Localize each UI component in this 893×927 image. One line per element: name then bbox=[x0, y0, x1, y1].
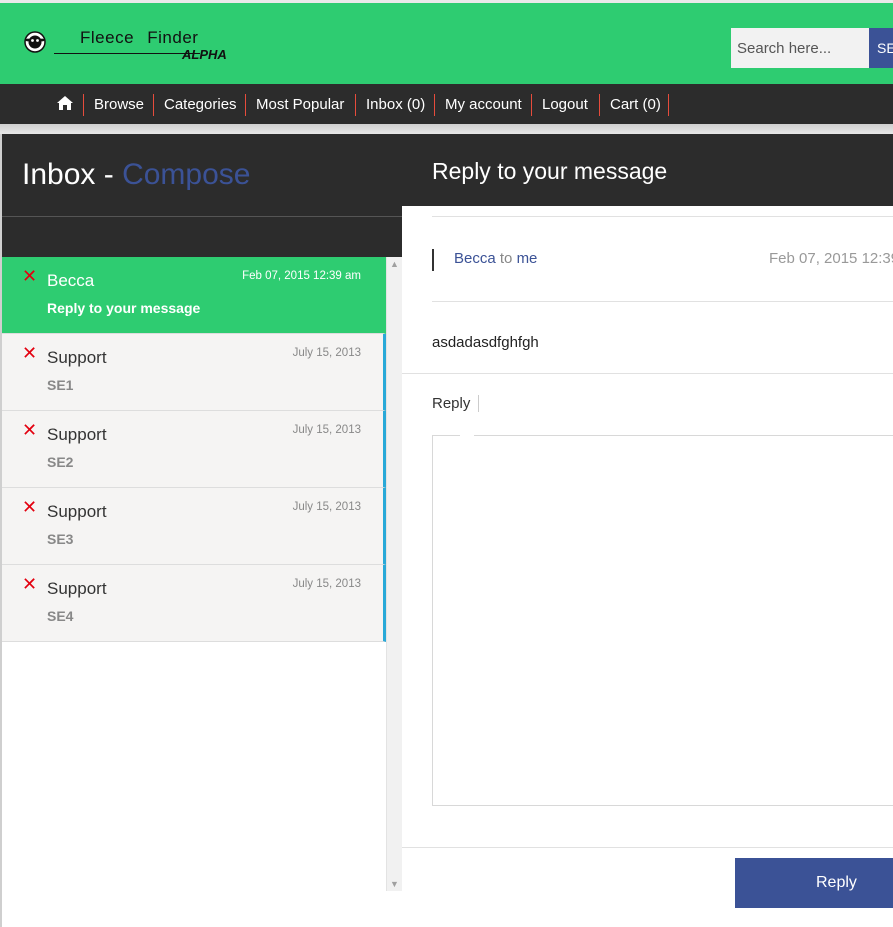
delete-icon[interactable]: ✕ bbox=[22, 267, 37, 285]
nav-categories[interactable]: Categories bbox=[153, 94, 237, 116]
divider bbox=[432, 301, 893, 302]
sender-line: Becca to me bbox=[454, 250, 537, 267]
message-list-scrollbar[interactable]: ▲ ▼ bbox=[386, 257, 402, 891]
message-item[interactable]: ✕ Support July 15, 2013 SE2 bbox=[2, 411, 386, 488]
sheep-icon bbox=[24, 31, 46, 53]
message-date: July 15, 2013 bbox=[292, 424, 361, 436]
header-bar: Fleece Finder ALPHA SE bbox=[0, 0, 893, 84]
scroll-down-icon[interactable]: ▼ bbox=[390, 879, 399, 889]
nav-shadow bbox=[0, 124, 893, 134]
sender-name[interactable]: Becca bbox=[454, 250, 496, 267]
delete-icon[interactable]: ✕ bbox=[22, 344, 37, 362]
search-button[interactable]: SE bbox=[869, 28, 893, 68]
message-sender: Support bbox=[47, 502, 107, 521]
message-view-header: Reply to your message bbox=[402, 134, 893, 206]
recipient-name: me bbox=[516, 250, 538, 267]
brand-title: Fleece Finder bbox=[80, 28, 199, 47]
message-date: Feb 07, 2015 12:39 am bbox=[242, 270, 361, 282]
compose-link[interactable]: Compose bbox=[122, 158, 250, 191]
reply-tab[interactable]: Reply bbox=[432, 395, 480, 412]
message-list: ✕ Becca Feb 07, 2015 12:39 am Reply to y… bbox=[2, 257, 386, 642]
message-item[interactable]: ✕ Support July 15, 2013 SE3 bbox=[2, 488, 386, 565]
nav-my-account[interactable]: My account bbox=[434, 94, 522, 116]
delete-icon[interactable]: ✕ bbox=[22, 421, 37, 439]
search-input[interactable] bbox=[731, 28, 869, 68]
home-icon[interactable] bbox=[56, 95, 74, 111]
message-sender: Support bbox=[47, 579, 107, 598]
nav-divider bbox=[668, 94, 669, 116]
message-body: asdadasdfghfgh bbox=[432, 334, 539, 351]
message-sender: Support bbox=[47, 348, 107, 367]
logo[interactable]: Fleece Finder ALPHA bbox=[24, 28, 254, 68]
message-view: Becca to me Feb 07, 2015 12:39 asdadasdf… bbox=[402, 206, 893, 927]
reply-button[interactable]: Reply bbox=[735, 858, 893, 908]
message-timestamp: Feb 07, 2015 12:39 bbox=[769, 250, 893, 267]
inbox-header: Inbox - Compose bbox=[2, 134, 402, 216]
message-sender: Becca bbox=[47, 271, 95, 290]
message-item-active[interactable]: ✕ Becca Feb 07, 2015 12:39 am Reply to y… bbox=[2, 257, 386, 334]
message-date: July 15, 2013 bbox=[292, 578, 361, 590]
message-view-title: Reply to your message bbox=[432, 158, 668, 184]
message-subject: SE3 bbox=[47, 531, 74, 547]
message-item[interactable]: ✕ Support July 15, 2013 SE4 bbox=[2, 565, 386, 642]
message-subject: SE4 bbox=[47, 608, 74, 624]
divider bbox=[402, 847, 893, 848]
main-nav: Browse Categories Most Popular Inbox (0)… bbox=[0, 84, 893, 124]
nav-browse[interactable]: Browse bbox=[83, 94, 144, 116]
sender-marker bbox=[432, 249, 434, 271]
nav-most-popular[interactable]: Most Popular bbox=[245, 94, 344, 116]
inbox-label: Inbox bbox=[22, 158, 96, 191]
delete-icon[interactable]: ✕ bbox=[22, 498, 37, 516]
nav-inbox[interactable]: Inbox (0) bbox=[355, 94, 425, 116]
nav-logout[interactable]: Logout bbox=[531, 94, 588, 116]
delete-icon[interactable]: ✕ bbox=[22, 575, 37, 593]
reply-textarea[interactable] bbox=[432, 435, 893, 806]
message-sender: Support bbox=[47, 425, 107, 444]
inbox-toolbar bbox=[2, 216, 402, 257]
message-subject: SE2 bbox=[47, 454, 74, 470]
brand-subtitle: ALPHA bbox=[182, 47, 227, 62]
message-subject: Reply to your message bbox=[47, 300, 201, 316]
divider bbox=[432, 216, 893, 217]
message-item[interactable]: ✕ Support July 15, 2013 SE1 bbox=[2, 334, 386, 411]
logo-underline bbox=[54, 53, 200, 54]
message-date: July 15, 2013 bbox=[292, 347, 361, 359]
nav-cart[interactable]: Cart (0) bbox=[599, 94, 661, 116]
to-label: to bbox=[499, 250, 513, 267]
tab-pointer bbox=[460, 430, 474, 438]
message-subject: SE1 bbox=[47, 377, 74, 393]
message-date: July 15, 2013 bbox=[292, 501, 361, 513]
divider bbox=[402, 373, 893, 374]
scroll-up-icon[interactable]: ▲ bbox=[390, 259, 399, 269]
inbox-title: Inbox - Compose bbox=[22, 158, 250, 192]
title-separator: - bbox=[103, 158, 114, 191]
